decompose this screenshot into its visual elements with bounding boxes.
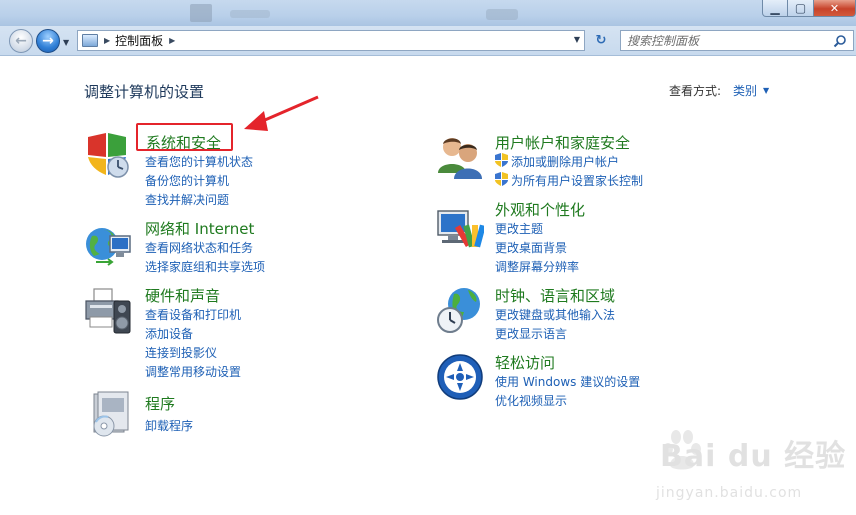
category-programs[interactable]: 程序 (145, 393, 175, 414)
category-appearance[interactable]: 外观和个性化 (495, 199, 585, 220)
link-add-remove-accounts[interactable]: 添加或删除用户帐户 (511, 153, 619, 170)
link-screen-resolution[interactable]: 调整屏幕分辨率 (495, 258, 579, 275)
red-arrow-annotation (244, 95, 319, 131)
control-panel-content: 调整计算机的设置 查看方式: 类别 ▼ 系统和安全 查看您的计算机状态 备份您的… (0, 57, 856, 515)
breadcrumb-control-panel[interactable]: 控制面板 (115, 32, 163, 49)
link-change-keyboard[interactable]: 更改键盘或其他输入法 (495, 306, 615, 323)
breadcrumb-separator[interactable]: ▶ (169, 36, 175, 45)
search-box[interactable] (620, 30, 854, 51)
minimize-button[interactable]: ▁ (762, 0, 788, 17)
page-title: 调整计算机的设置 (84, 83, 205, 101)
control-panel-icon (82, 34, 98, 47)
address-dropdown-button[interactable]: ▼ (574, 35, 580, 44)
titlebar-blur-shape (190, 4, 212, 22)
search-icon[interactable] (833, 34, 847, 48)
users-icon[interactable] (436, 133, 484, 181)
link-devices-printers[interactable]: 查看设备和打印机 (145, 306, 241, 323)
maximize-button[interactable]: ▢ (788, 0, 814, 17)
chevron-down-icon[interactable]: ▼ (763, 86, 769, 95)
category-user-accounts[interactable]: 用户帐户和家庭安全 (495, 132, 630, 153)
link-homegroup-sharing[interactable]: 选择家庭组和共享选项 (145, 258, 265, 275)
link-view-computer-status[interactable]: 查看您的计算机状态 (145, 153, 253, 170)
link-change-theme[interactable]: 更改主题 (495, 220, 543, 237)
category-clock-language-region[interactable]: 时钟、语言和区域 (495, 285, 615, 306)
category-ease-of-access[interactable]: 轻松访问 (495, 352, 555, 373)
link-backup-computer[interactable]: 备份您的计算机 (145, 172, 229, 189)
programs-cd-icon[interactable] (86, 390, 134, 438)
window-title-bar[interactable]: ▁ ▢ ✕ (0, 0, 856, 26)
printer-speaker-icon[interactable] (84, 287, 132, 335)
titlebar-blur-shape (230, 10, 270, 18)
forward-button[interactable]: → (36, 29, 60, 53)
view-by-label: 查看方式: (669, 84, 722, 98)
titlebar-blur-shape (486, 9, 518, 20)
link-change-display-language[interactable]: 更改显示语言 (495, 325, 567, 342)
link-uninstall-program[interactable]: 卸载程序 (145, 417, 193, 434)
window-controls: ▁ ▢ ✕ (762, 0, 856, 17)
link-mobility-settings[interactable]: 调整常用移动设置 (145, 363, 241, 380)
ease-of-access-icon[interactable] (436, 353, 484, 401)
uac-shield-icon (495, 172, 508, 186)
link-windows-recommended-settings[interactable]: 使用 Windows 建议的设置 (495, 373, 640, 390)
refresh-button[interactable]: ↻ (590, 30, 612, 51)
baidu-watermark: Bai du 经验 jingyan.baidu.com (650, 417, 850, 512)
network-globe-icon[interactable] (84, 222, 132, 270)
monitor-palette-icon[interactable] (436, 205, 484, 253)
link-add-device[interactable]: 添加设备 (145, 325, 193, 342)
close-button[interactable]: ✕ (814, 0, 856, 17)
search-input[interactable] (621, 31, 826, 50)
link-optimize-visual-display[interactable]: 优化视频显示 (495, 392, 567, 409)
link-connect-projector[interactable]: 连接到投影仪 (145, 344, 217, 361)
recent-pages-dropdown[interactable]: ▼ (63, 38, 69, 47)
link-parental-controls[interactable]: 为所有用户设置家长控制 (511, 172, 643, 189)
link-change-desktop-background[interactable]: 更改桌面背景 (495, 239, 567, 256)
link-network-status[interactable]: 查看网络状态和任务 (145, 239, 253, 256)
highlight-annotation-box (136, 123, 233, 151)
clock-globe-icon[interactable] (436, 286, 484, 334)
view-by-dropdown[interactable]: 类别 (733, 82, 757, 99)
category-hardware-sound[interactable]: 硬件和声音 (145, 285, 220, 306)
link-troubleshoot[interactable]: 查找并解决问题 (145, 191, 229, 208)
uac-shield-icon (495, 153, 508, 167)
watermark-url: jingyan.baidu.com (656, 485, 803, 501)
shield-clock-icon[interactable] (84, 131, 132, 179)
navigation-bar: ← → ▼ ▶ 控制面板 ▶ ▼ ↻ (0, 26, 856, 56)
back-button[interactable]: ← (9, 29, 33, 53)
category-network-internet[interactable]: 网络和 Internet (145, 218, 254, 239)
breadcrumb-separator[interactable]: ▶ (104, 36, 110, 45)
watermark-text: Bai du 经验 (660, 439, 847, 474)
address-bar[interactable]: ▶ 控制面板 ▶ ▼ (77, 30, 585, 51)
